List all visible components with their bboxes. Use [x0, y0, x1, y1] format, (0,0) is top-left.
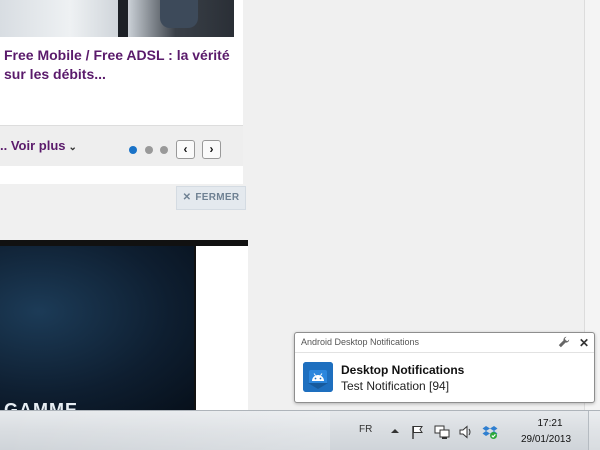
clock-time[interactable]: 17:21: [530, 418, 570, 429]
notification-body: Test Notification [94]: [341, 379, 450, 393]
carousel-controls: .. Voir plus ⌄ ‹ ›: [0, 125, 243, 166]
voir-plus-label: .. Voir plus: [0, 138, 66, 153]
taskbar: FR 17:21 29/01/2013: [0, 410, 600, 450]
chevron-left-icon: ‹: [183, 142, 188, 156]
carousel-dot-1[interactable]: [129, 146, 137, 154]
dropbox-icon[interactable]: [482, 424, 498, 440]
show-desktop-button[interactable]: [588, 411, 600, 450]
language-indicator[interactable]: FR: [359, 424, 372, 435]
notification-app-name: Android Desktop Notifications: [301, 337, 420, 347]
notification-header: Android Desktop Notifications ✕: [295, 333, 594, 353]
article-thumbnail[interactable]: [0, 0, 234, 37]
network-icon[interactable]: [434, 424, 450, 440]
carousel-dot-2[interactable]: [145, 146, 153, 154]
android-icon: [303, 362, 333, 392]
chevron-down-icon: ⌄: [68, 142, 77, 153]
article-title-link[interactable]: Free Mobile / Free ADSL : la vérité sur …: [4, 46, 236, 84]
promo-banner[interactable]: GAMME: [0, 240, 248, 420]
volume-icon[interactable]: [458, 424, 474, 440]
fermer-button[interactable]: ✕ FERMER: [176, 186, 246, 210]
carousel-next-button[interactable]: ›: [202, 140, 221, 159]
voir-plus-link[interactable]: .. Voir plus ⌄: [0, 138, 77, 153]
taskbar-empty-area: [0, 411, 330, 450]
chevron-right-icon: ›: [209, 142, 214, 156]
close-icon: ✕: [182, 192, 192, 203]
clock-date[interactable]: 29/01/2013: [513, 434, 579, 445]
content-column: Free Mobile / Free ADSL : la vérité sur …: [0, 0, 248, 420]
desktop-notification[interactable]: Android Desktop Notifications ✕ Desktop …: [294, 332, 595, 403]
show-hidden-icon[interactable]: [387, 424, 403, 440]
notification-title: Desktop Notifications: [341, 363, 465, 377]
action-center-flag-icon[interactable]: [410, 424, 426, 440]
thumbnail-pole: [118, 0, 128, 37]
article-card: Free Mobile / Free ADSL : la vérité sur …: [0, 0, 243, 184]
banner-white-panel: [196, 246, 248, 410]
banner-dark-panel: [0, 246, 194, 410]
carousel-dot-3[interactable]: [160, 146, 168, 154]
close-icon[interactable]: ✕: [577, 336, 591, 350]
carousel-prev-button[interactable]: ‹: [176, 140, 195, 159]
fermer-label: FERMER: [195, 192, 240, 203]
thumbnail-figure: [160, 0, 198, 28]
wrench-icon[interactable]: [557, 336, 571, 350]
